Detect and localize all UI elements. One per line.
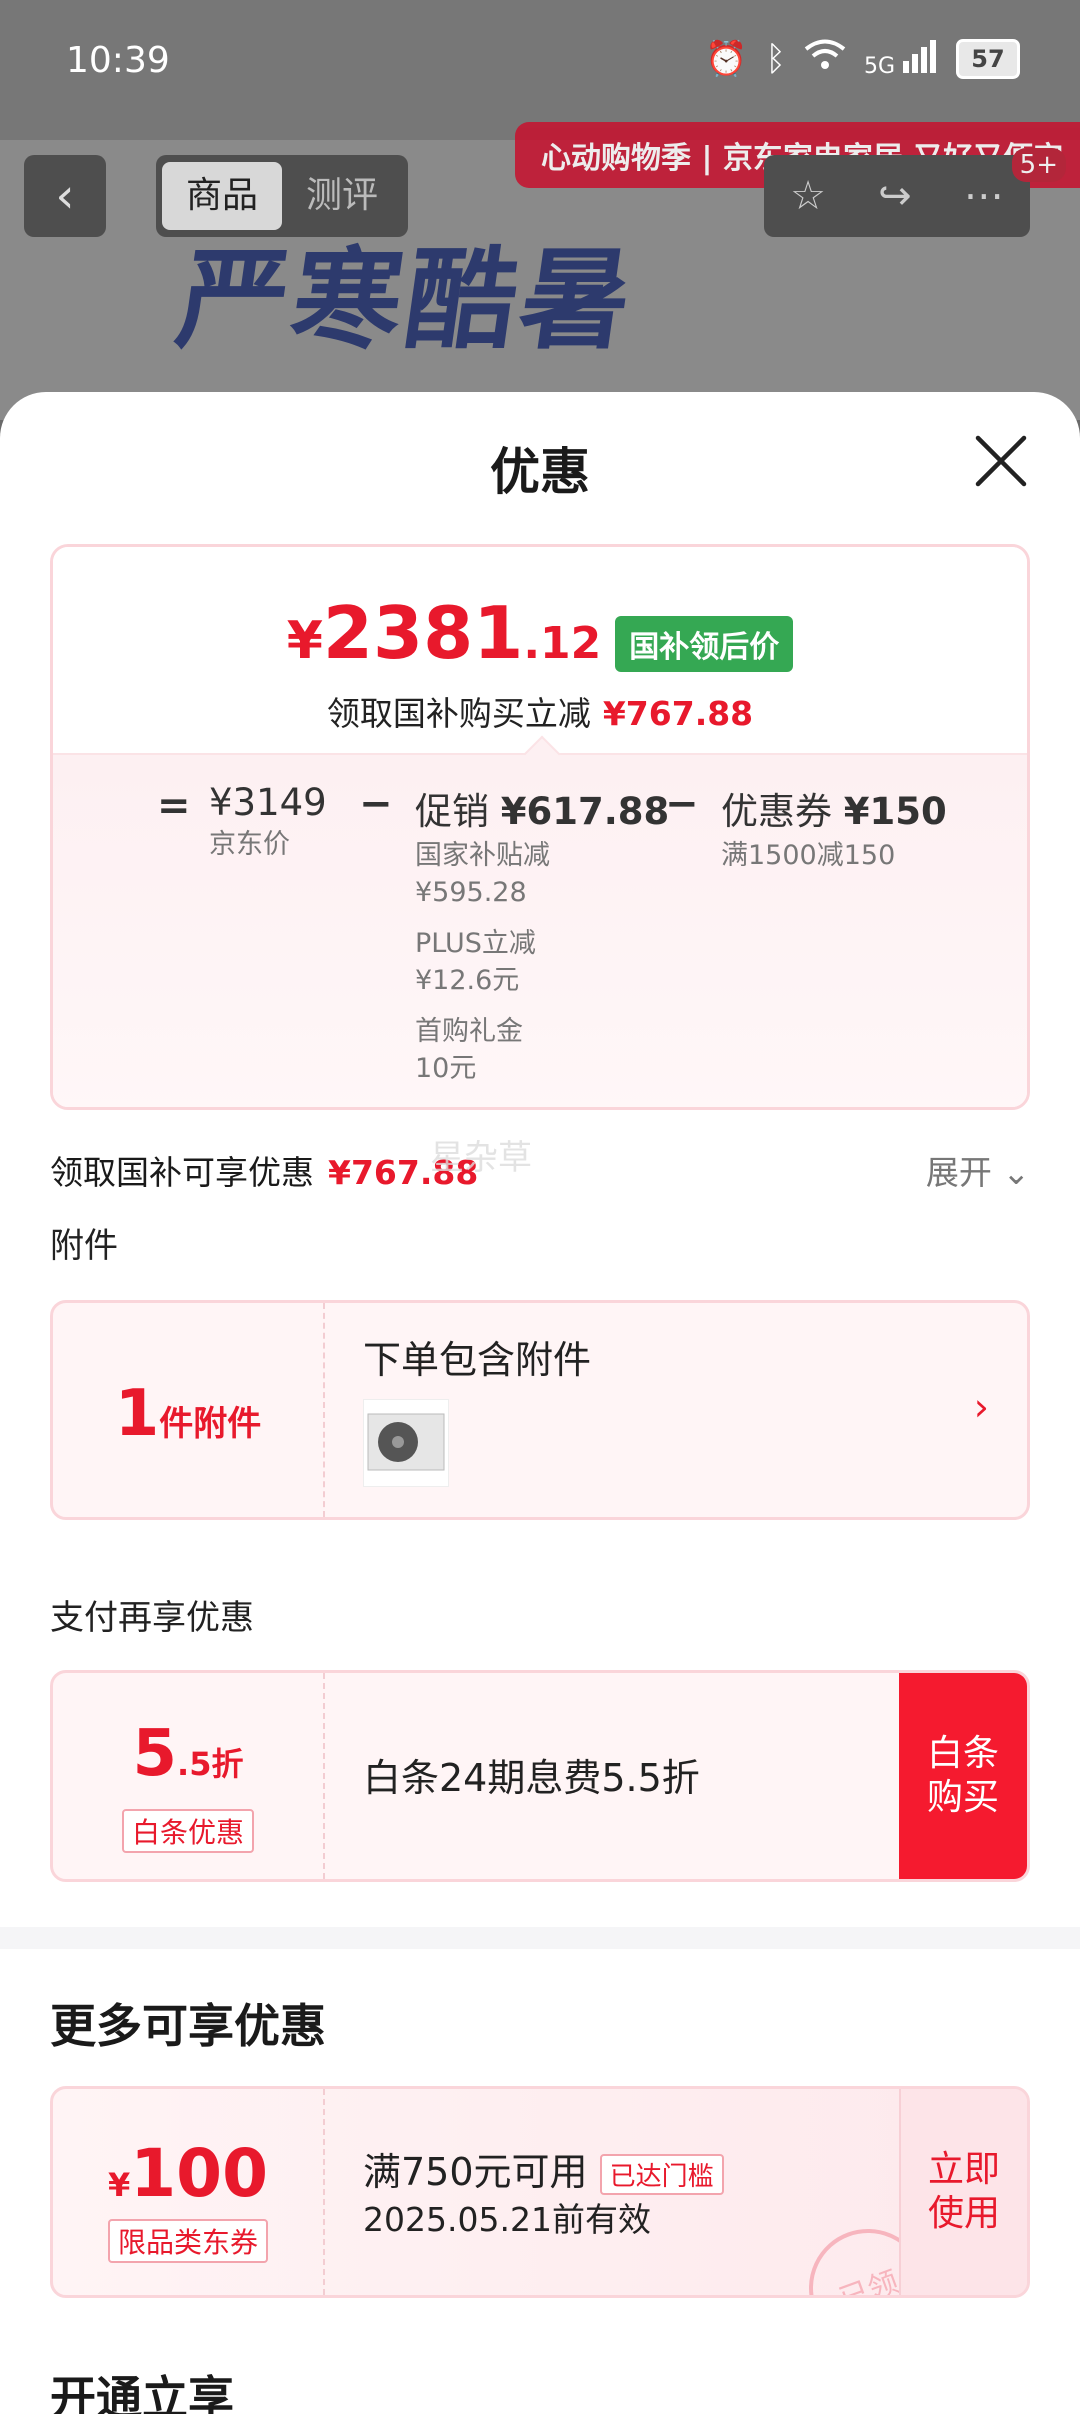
more-icon[interactable]: ⋯	[964, 173, 1004, 219]
threshold-reached-tag: 已达门槛	[599, 2154, 724, 2195]
accessory-card[interactable]: 1件附件 下单包含附件 ›	[50, 1300, 1030, 1520]
accessory-section-label: 附件	[50, 1226, 118, 1266]
tab-review[interactable]: 测评	[282, 162, 402, 230]
share-icon[interactable]: ↪	[878, 173, 912, 219]
baitiao-text: 白条24期息费5.5折	[363, 1756, 700, 1800]
coupon-column: 优惠券 ¥150 满1500减150	[721, 790, 947, 871]
close-icon	[975, 435, 1027, 487]
star-icon[interactable]: ☆	[790, 173, 826, 219]
alarm-icon: ⏰	[705, 38, 748, 79]
expand-button[interactable]: 展开 ⌄	[926, 1146, 1030, 1194]
subsidy-discount-line: 领取国补购买立减 ¥767.88	[326, 694, 754, 733]
coupon-expiry: 2025.05.21前有效	[363, 2200, 651, 2239]
payment-section-label: 支付再享优惠	[50, 1598, 254, 1638]
cart-count-badge: 5+	[1011, 148, 1066, 182]
chevron-down-icon: ⌄	[1002, 1153, 1030, 1192]
minus-sign: −	[665, 781, 699, 827]
watermark: 星杂草	[430, 1138, 532, 1178]
tab-product[interactable]: 商品	[162, 162, 282, 230]
accessory-text: 下单包含附件	[363, 1338, 592, 1382]
chevron-left-icon: ‹	[55, 168, 75, 224]
jd-price-column: ¥3149 京东价	[209, 781, 327, 860]
more-offers-title: 更多可享优惠	[50, 1999, 326, 2053]
minus-sign: −	[359, 781, 393, 827]
use-coupon-button[interactable]: 立即使用	[899, 2089, 1027, 2295]
coupon-card: ¥100 限品类东券 满750元可用 已达门槛 2025.05.21前有效 已领…	[50, 2086, 1030, 2298]
back-button[interactable]: ‹	[24, 155, 106, 237]
status-time: 10:39	[66, 40, 170, 81]
subsidy-summary-row: 领取国补可享优惠 ¥767.88 展开 ⌄	[50, 1136, 1030, 1196]
signal-icon: 5G	[864, 39, 938, 79]
top-actions: ☆ ↪ ⋯	[764, 155, 1030, 237]
promo-item: 首购礼金 10元	[415, 1016, 523, 1084]
baitiao-buy-button[interactable]: 白条购买	[899, 1673, 1027, 1879]
promo-item: 国家补贴减 ¥595.28	[415, 840, 550, 908]
final-price: ¥2381.12 国补领后价	[53, 591, 1027, 682]
battery-icon: 57	[956, 38, 1020, 79]
status-icons: ⏰ ᛒ 5G 57	[705, 38, 1020, 79]
open-enjoy-title: 开通立享	[50, 2371, 234, 2414]
discount-sheet: 优惠 ¥2381.12 国补领后价 领取国补购买立减 ¥767.88 = ¥3149…	[0, 392, 1080, 2414]
product-tabs: 商品 测评	[156, 155, 408, 237]
bluetooth-icon: ᛒ	[765, 38, 786, 79]
price-breakdown: = ¥3149 京东价 − 促销 ¥617.88 国家补贴减 ¥595.28 PL…	[53, 753, 1027, 1107]
accessory-thumbnail	[363, 1399, 449, 1487]
price-breakdown-card: ¥2381.12 国补领后价 领取国补购买立减 ¥767.88 = ¥3149 京东…	[50, 544, 1030, 1110]
subsidy-price-tag: 国补领后价	[615, 615, 794, 672]
coupon-category-tag: 限品类东券	[107, 2219, 268, 2263]
baitiao-card: 5.5折 白条优惠 白条24期息费5.5折 白条购买	[50, 1670, 1030, 1882]
wifi-icon	[804, 38, 846, 79]
promo-column: 促销 ¥617.88 国家补贴减 ¥595.28 PLUS立减 ¥12.6元 首购礼…	[415, 781, 669, 1087]
close-button[interactable]	[972, 432, 1030, 490]
baitiao-tag: 白条优惠	[121, 1809, 254, 1853]
promo-item: PLUS立减 ¥12.6元	[415, 928, 536, 996]
chevron-right-icon: ›	[973, 1385, 989, 1429]
equals-sign: =	[157, 783, 191, 829]
sheet-title: 优惠	[490, 443, 590, 501]
coupon-condition: 满750元可用	[363, 2150, 588, 2194]
status-bar: 10:39 ⏰ ᛒ 5G 57	[0, 0, 1080, 125]
